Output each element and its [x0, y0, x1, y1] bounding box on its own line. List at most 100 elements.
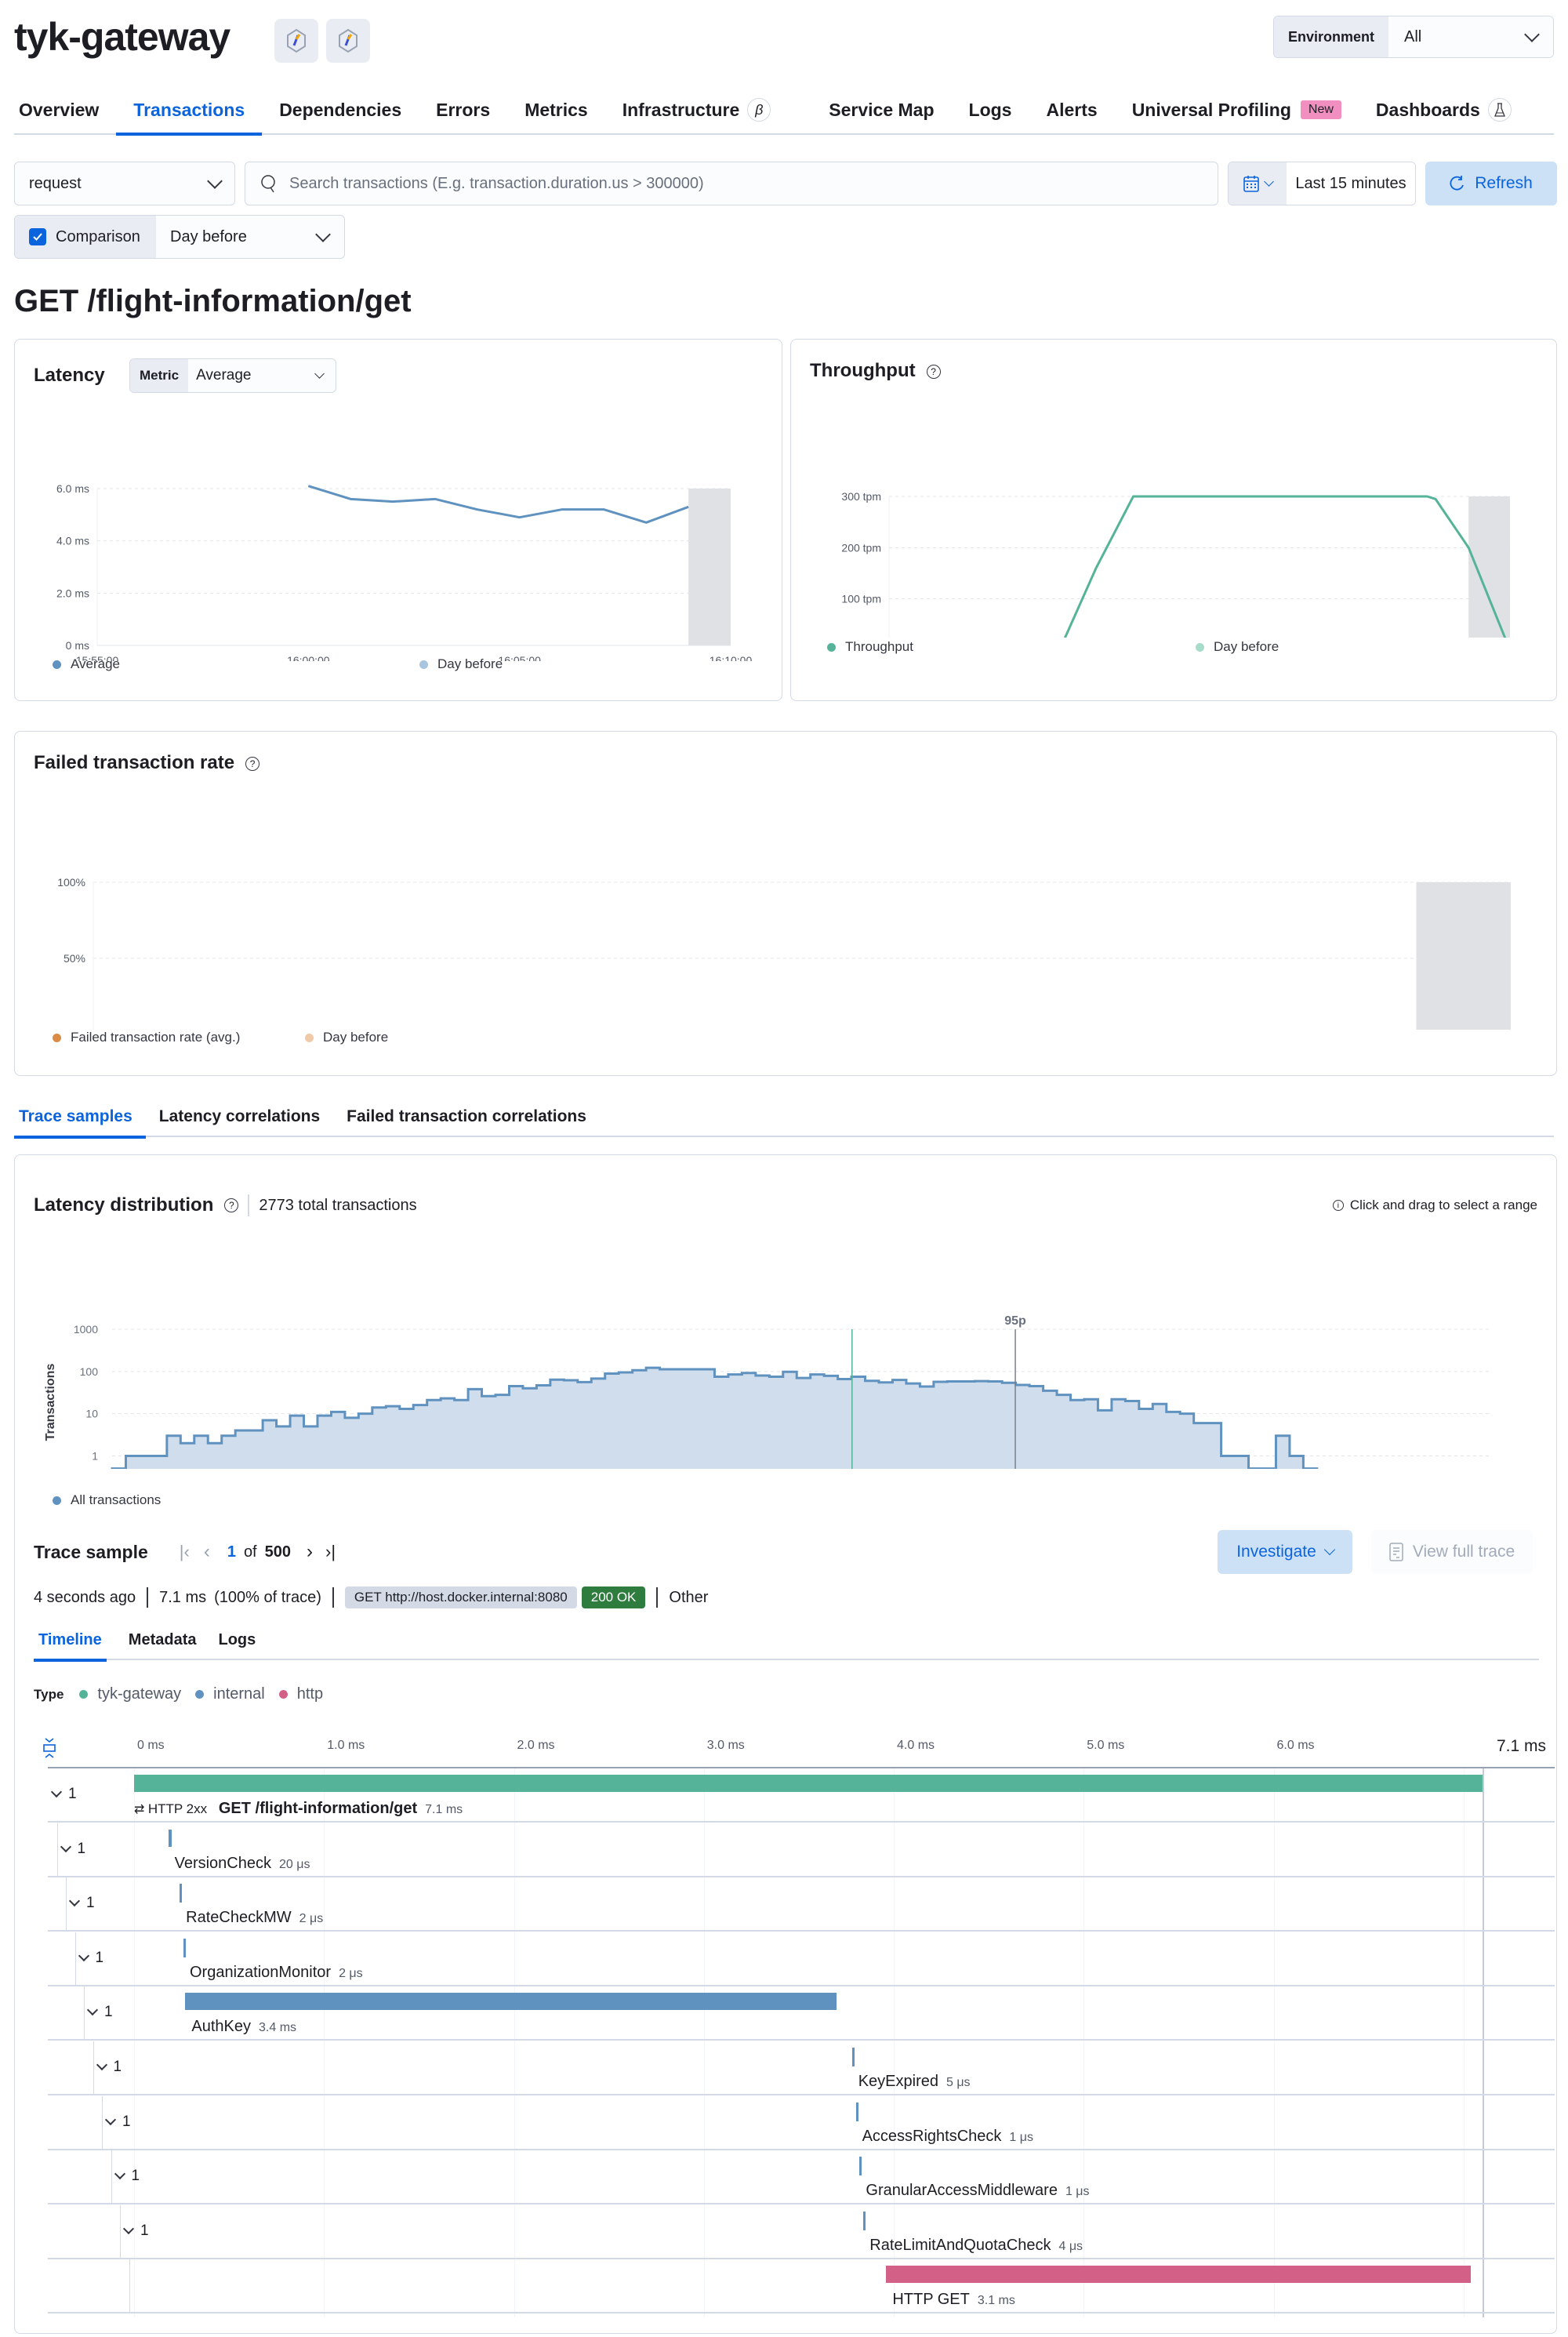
help-icon[interactable]: ?	[245, 756, 260, 771]
tab-service-map[interactable]: Service Map	[811, 85, 951, 134]
span-bar[interactable]	[863, 2211, 866, 2230]
span-bar[interactable]	[859, 2157, 862, 2176]
span-label[interactable]: AuthKey 3.4 ms	[191, 2018, 296, 2036]
latency-distribution-chart[interactable]: 1101001000Transactions900 μs2 ms3 ms4 ms…	[15, 1265, 1558, 1469]
timeline-span-row[interactable]: 1 AuthKey 3.4 ms	[48, 1986, 1555, 2041]
comparison-toggle[interactable]: Comparison	[15, 216, 156, 258]
next-page-icon[interactable]: ›	[307, 1541, 313, 1563]
timeline-span-row[interactable]: 1 RateLimitAndQuotaCheck 4 μs	[48, 2204, 1555, 2259]
legend-item-day-before[interactable]: Day before	[305, 1030, 388, 1045]
legend-item-all-transactions[interactable]: All transactions	[53, 1492, 161, 1508]
child-count: 1	[113, 2059, 122, 2075]
timeline-span-row[interactable]: HTTP GET 3.1 ms	[48, 2259, 1555, 2314]
last-page-icon[interactable]: ›|	[325, 1542, 336, 1562]
span-bar[interactable]	[183, 1938, 186, 1957]
span-bar[interactable]	[851, 2048, 855, 2066]
span-label[interactable]: GranularAccessMiddleware 1 μs	[866, 2182, 1089, 2200]
tab-transactions[interactable]: Transactions	[116, 85, 263, 136]
span-bar[interactable]	[180, 1884, 183, 1903]
tab-infrastructure[interactable]: Infrastructure β	[605, 85, 789, 134]
timeline-span-row[interactable]: 1 OrganizationMonitor 2 μs	[48, 1932, 1555, 1986]
tab-logs[interactable]: Logs	[209, 1619, 265, 1660]
search-transactions-input[interactable]: Search transactions (E.g. transaction.du…	[245, 162, 1218, 205]
tab-label: Metrics	[524, 99, 588, 120]
timeline-span-row[interactable]: 1 RateCheckMW 2 μs	[48, 1877, 1555, 1932]
calendar-button[interactable]	[1229, 162, 1287, 205]
tab-failed-transaction-correlations[interactable]: Failed transaction correlations	[333, 1096, 600, 1137]
timeline-tick-label: 2.0 ms	[517, 1739, 555, 1752]
span-label[interactable]: VersionCheck 20 μs	[175, 1855, 310, 1873]
trace-outcome: Other	[669, 1588, 709, 1606]
prev-page-icon[interactable]: ‹	[204, 1541, 210, 1563]
span-label[interactable]: RateLimitAndQuotaCheck 4 μs	[869, 2237, 1083, 2255]
span-label[interactable]: OrganizationMonitor 2 μs	[190, 1964, 363, 1982]
agent-icon[interactable]	[274, 19, 318, 63]
tab-dependencies[interactable]: Dependencies	[262, 85, 419, 134]
tab-dashboards[interactable]: Dashboards	[1359, 85, 1529, 134]
span-label[interactable]: RateCheckMW 2 μs	[186, 1909, 323, 1927]
legend-item-day-before[interactable]: Day before	[1196, 639, 1279, 655]
page-current[interactable]: 1	[227, 1543, 236, 1561]
chevron-down-icon	[1524, 27, 1540, 42]
timeline-span-row[interactable]: 1 KeyExpired 5 μs	[48, 2041, 1555, 2095]
latency-chart[interactable]: 0 ms2.0 ms4.0 ms6.0 ms15:55:00 16:00:00 16…	[15, 418, 783, 661]
span-label[interactable]: KeyExpired 5 μs	[858, 2073, 971, 2091]
comparison-select[interactable]: Day before	[156, 227, 344, 246]
span-label[interactable]: AccessRightsCheck 1 μs	[862, 2128, 1033, 2146]
view-full-trace-button[interactable]: View full trace	[1371, 1530, 1533, 1574]
environment-select[interactable]: Environment All	[1273, 16, 1554, 58]
investigate-button[interactable]: Investigate	[1218, 1530, 1352, 1574]
x-tick-label: 16:00:00	[287, 654, 330, 661]
date-picker[interactable]: Last 15 minutes	[1228, 162, 1416, 205]
agent-icon[interactable]	[326, 19, 370, 63]
span-bar[interactable]	[134, 1775, 1483, 1792]
expand-toggle[interactable]: 1	[60, 1840, 86, 1858]
tab-trace-samples[interactable]: Trace samples	[14, 1096, 146, 1139]
tab-logs[interactable]: Logs	[952, 85, 1029, 134]
failed-rate-chart[interactable]: 0%50%100%15:55:0015:56:0015:57:0015:58:0…	[15, 802, 1558, 1030]
span-bar[interactable]	[168, 1829, 172, 1847]
timeline-span-row[interactable]: 1 AccessRightsCheck 1 μs	[48, 2095, 1555, 2150]
tab-errors[interactable]: Errors	[419, 85, 507, 134]
legend-item-throughput[interactable]: Throughput	[827, 639, 913, 655]
help-icon[interactable]: ?	[224, 1198, 239, 1212]
expand-toggle[interactable]: 1	[68, 1895, 95, 1912]
expand-toggle[interactable]: 1	[78, 1950, 103, 1967]
tab-universal-profiling[interactable]: Universal Profiling New	[1115, 85, 1359, 134]
comparison-checkbox[interactable]	[29, 228, 46, 245]
timeline-span-row[interactable]: 1 VersionCheck 20 μs	[48, 1823, 1555, 1877]
child-count: 1	[77, 1840, 86, 1857]
span-bar[interactable]	[886, 2266, 1472, 2284]
legend-item-day-before[interactable]: Day before	[419, 656, 503, 672]
span-bar[interactable]	[185, 1993, 837, 2011]
timeline-span-row[interactable]: 1 GranularAccessMiddleware 1 μs	[48, 2150, 1555, 2205]
refresh-button[interactable]: Refresh	[1425, 162, 1557, 205]
transaction-type-select[interactable]: request	[14, 162, 235, 205]
span-bar[interactable]	[855, 2102, 858, 2121]
expand-toggle[interactable]: 1	[50, 1786, 77, 1803]
trace-percent: (100% of trace)	[214, 1588, 321, 1606]
expand-toggle[interactable]: 1	[114, 2168, 140, 2185]
expand-toggle[interactable]: 1	[104, 2113, 131, 2131]
expand-toggle[interactable]: 1	[122, 2223, 149, 2240]
tab-metrics[interactable]: Metrics	[507, 85, 605, 134]
y-tick-label: 6.0 ms	[56, 482, 89, 495]
tab-metadata[interactable]: Metadata	[107, 1619, 209, 1660]
tab-timeline[interactable]: Timeline	[34, 1619, 107, 1662]
help-icon[interactable]: ?	[926, 364, 941, 379]
legend-item-average[interactable]: Average	[53, 656, 120, 672]
expand-toggle[interactable]: 1	[86, 2004, 113, 2021]
tab-alerts[interactable]: Alerts	[1029, 85, 1114, 134]
y-tick-label: 1	[92, 1449, 98, 1462]
timeline-span-row[interactable]: 1 ⇄ HTTP 2xx GET /flight-information/get 7…	[48, 1768, 1555, 1823]
legend-item-failed[interactable]: Failed transaction rate (avg.)	[53, 1030, 240, 1045]
latency-metric-select[interactable]: Metric Average	[129, 358, 336, 393]
tab-latency-correlations[interactable]: Latency correlations	[146, 1096, 333, 1137]
expand-toggle[interactable]: 1	[96, 2059, 122, 2076]
span-label[interactable]: HTTP GET 3.1 ms	[892, 2291, 1015, 2309]
span-label[interactable]: ⇄ HTTP 2xx GET /flight-information/get 7.…	[134, 1800, 463, 1818]
tab-overview[interactable]: Overview	[14, 85, 116, 134]
throughput-chart[interactable]: 0 tpm100 tpm200 tpm300 tpm15:55:0016:00:…	[791, 410, 1558, 638]
span-name: AuthKey	[191, 2018, 252, 2036]
first-page-icon[interactable]: |‹	[180, 1542, 190, 1562]
